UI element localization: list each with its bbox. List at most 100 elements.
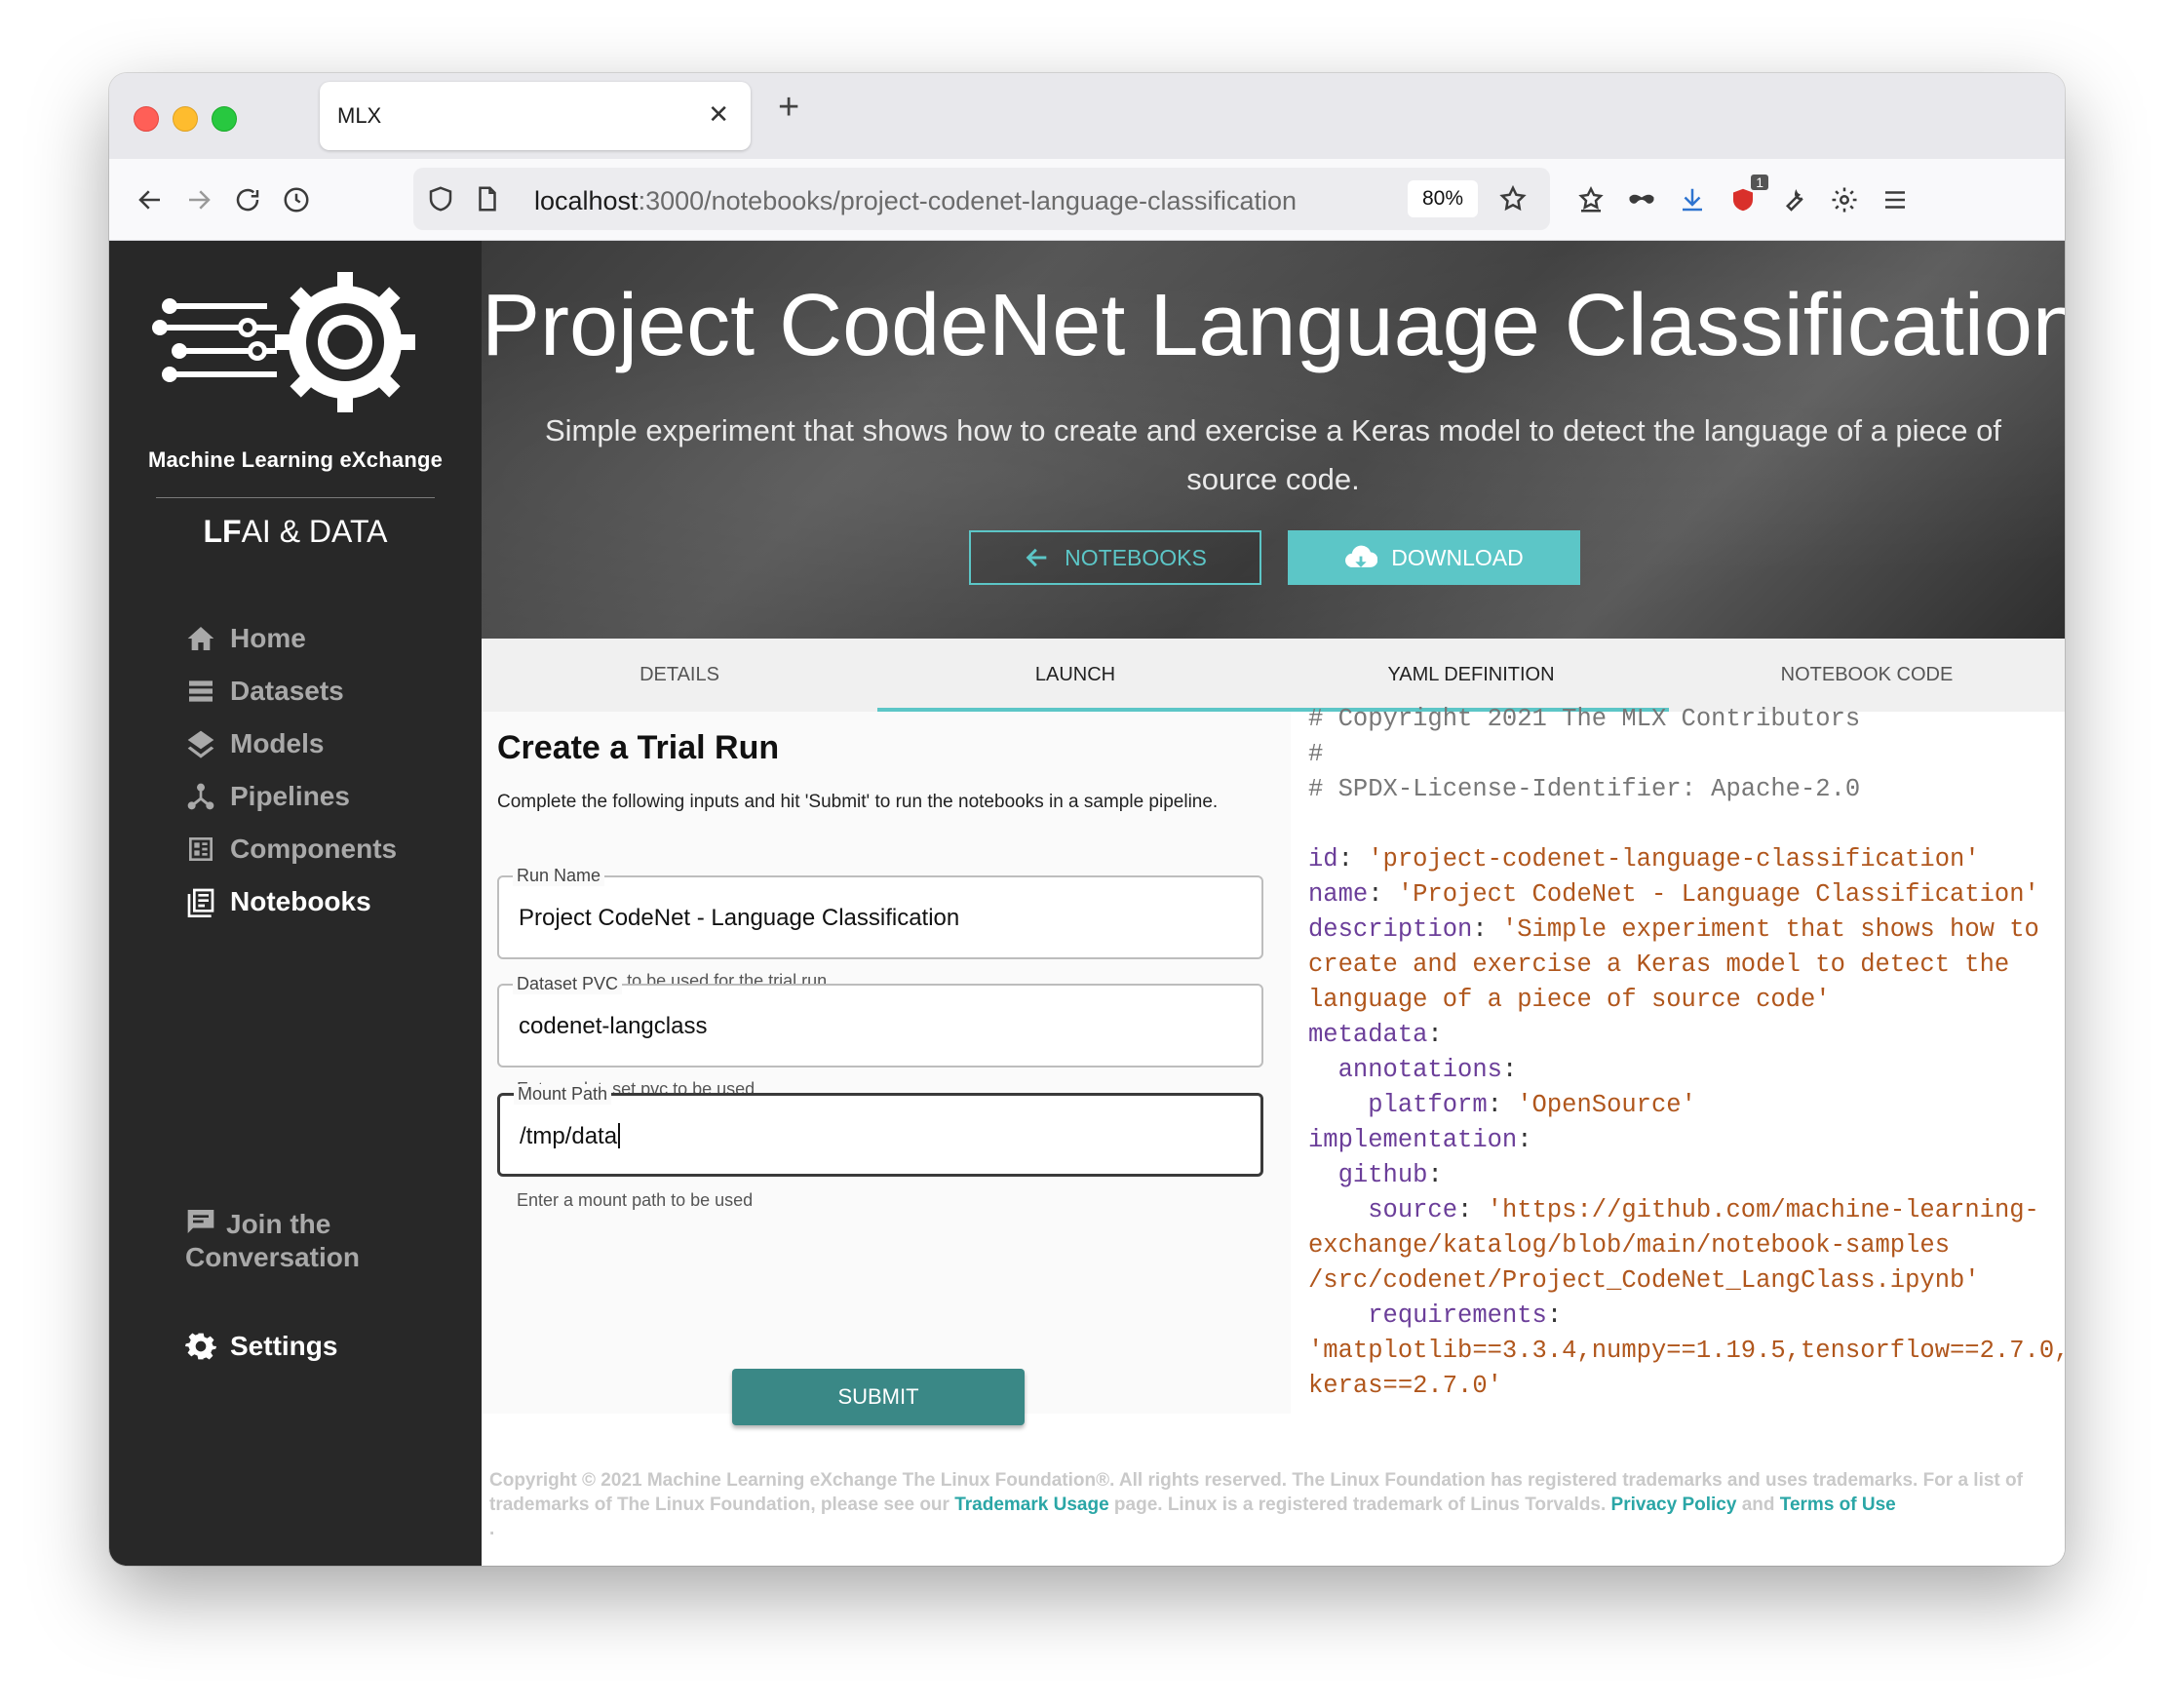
cloud-download-icon <box>1345 545 1378 567</box>
mount-path-input[interactable]: /tmp/data <box>520 1123 621 1150</box>
close-tab-icon[interactable]: ✕ <box>708 99 729 130</box>
sidebar-item-home[interactable]: Home <box>185 623 306 654</box>
privacy-policy-link[interactable]: Privacy Policy <box>1611 1494 1737 1515</box>
sidebar-item-notebooks[interactable]: Notebooks <box>185 886 371 917</box>
zoom-level[interactable]: 80% <box>1408 180 1478 217</box>
sidebar-item-models[interactable]: Models <box>185 728 324 759</box>
private-mask-icon[interactable] <box>1622 180 1661 219</box>
yaml-value: 'Simple experiment that shows how to <box>1501 915 2039 944</box>
dataset-pvc-field[interactable]: Dataset PVC codenet-langclass <box>497 974 1263 1068</box>
yaml-comment: # <box>1308 740 1324 768</box>
mount-path-helper: Enter a mount path to be used <box>517 1190 754 1210</box>
yaml-key: source <box>1368 1196 1458 1224</box>
lfai-data-logo[interactable]: LFAI & DATA <box>109 514 482 550</box>
address-bar[interactable]: localhost:3000/notebooks/project-codenet… <box>413 168 1550 230</box>
page-title: Project CodeNet Language Classification <box>482 277 2065 374</box>
browser-tabbar: MLX ✕ + <box>109 73 2065 159</box>
sidebar-divider <box>156 497 435 498</box>
history-icon[interactable] <box>277 180 316 219</box>
text-cursor <box>618 1123 621 1148</box>
sidebar-item-datasets[interactable]: Datasets <box>185 676 344 707</box>
back-to-notebooks-button[interactable]: NOTEBOOKS <box>969 530 1261 585</box>
trial-run-form: Create a Trial Run Complete the followin… <box>482 712 1291 1425</box>
hamburger-menu-icon[interactable] <box>1876 180 1915 219</box>
download-button-label: DOWNLOAD <box>1391 544 1524 570</box>
pocket-icon[interactable] <box>1571 180 1610 219</box>
page-description: Simple experiment that shows how to crea… <box>544 413 2002 496</box>
maximize-window-button[interactable] <box>212 106 237 132</box>
trademark-usage-link[interactable]: Trademark Usage <box>954 1494 1108 1515</box>
yaml-value: 'https://github.com/machine-learning- <box>1487 1196 2039 1224</box>
yaml-value: exchange/katalog/blob/main/notebook-samp… <box>1308 1231 1951 1260</box>
browser-tab[interactable]: MLX ✕ <box>320 82 751 150</box>
page-icon[interactable] <box>468 179 507 218</box>
settings-label: Settings <box>230 1331 338 1361</box>
wrench-icon[interactable] <box>1774 180 1813 219</box>
yaml-value: 'Project CodeNet - Language Classificati… <box>1397 880 2039 909</box>
yaml-definition: # Copyright 2021 The MLX Contributors # … <box>1291 705 2065 1468</box>
footer-text: page. Linux is a registered trademark of… <box>1108 1494 1611 1515</box>
yaml-key: name <box>1308 880 1369 909</box>
page-content: Machine Learning eXchange LFAI & DATA Ho… <box>109 241 2065 1566</box>
run-name-label: Run Name <box>513 866 605 886</box>
extension-shield-icon[interactable]: 1 <box>1724 175 1768 219</box>
sidebar-item-label: Home <box>230 623 306 653</box>
yaml-value: create and exercise a Keras model to det… <box>1308 951 2010 979</box>
sidebar-item-components[interactable]: Components <box>185 834 397 865</box>
dataset-pvc-value[interactable]: codenet-langclass <box>519 1013 707 1040</box>
join-conversation-link[interactable]: Join the Conversation <box>185 1206 360 1274</box>
sidebar-item-label: Datasets <box>230 676 344 706</box>
download-button[interactable]: DOWNLOAD <box>1288 530 1580 585</box>
footer-text: . <box>489 1519 495 1539</box>
tab-launch[interactable]: LAUNCH <box>877 639 1273 712</box>
tab-yaml-definition[interactable]: YAML DEFINITION <box>1273 639 1669 712</box>
terms-of-use-link[interactable]: Terms of Use <box>1780 1494 1896 1515</box>
forward-arrow-icon[interactable] <box>179 180 218 219</box>
footer-text: and <box>1736 1494 1780 1515</box>
sidebar-item-label: Pipelines <box>230 781 350 811</box>
sidebar: Machine Learning eXchange LFAI & DATA Ho… <box>109 241 482 1566</box>
browser-navbar: localhost:3000/notebooks/project-codenet… <box>109 159 2065 241</box>
yaml-key: metadata <box>1308 1021 1428 1049</box>
yaml-key: platform <box>1368 1091 1488 1119</box>
url-path: :3000/notebooks/project-codenet-language… <box>638 186 1298 215</box>
tab-details[interactable]: DETAILS <box>482 639 877 712</box>
back-arrow-icon[interactable] <box>131 180 170 219</box>
sidebar-item-pipelines[interactable]: Pipelines <box>185 781 350 812</box>
footer-copyright: Copyright © 2021 Machine Learning eXchan… <box>489 1468 2061 1541</box>
dataset-pvc-label: Dataset PVC <box>513 974 623 994</box>
minimize-window-button[interactable] <box>173 106 198 132</box>
gear-icon[interactable] <box>1825 180 1864 219</box>
yaml-key: github <box>1337 1161 1428 1189</box>
yaml-key: annotations <box>1337 1056 1502 1084</box>
hero-banner: Project CodeNet Language Classification … <box>482 241 2065 639</box>
lf-rest: AI & DATA <box>241 514 388 549</box>
run-name-value[interactable]: Project CodeNet - Language Classificatio… <box>519 905 959 932</box>
tab-notebook-code[interactable]: NOTEBOOK CODE <box>1669 639 2065 712</box>
back-button-label: NOTEBOOKS <box>1065 544 1207 570</box>
settings-gear-icon <box>185 1333 216 1360</box>
reload-icon[interactable] <box>228 180 267 219</box>
run-name-field[interactable]: Run Name Project CodeNet - Language Clas… <box>497 866 1263 959</box>
mount-path-label: Mount Path <box>514 1084 612 1105</box>
arrow-left-icon <box>1026 548 1047 567</box>
mount-path-field[interactable]: Mount Path /tmp/data <box>497 1084 1263 1177</box>
shield-icon[interactable] <box>421 179 460 218</box>
sidebar-item-settings[interactable]: Settings <box>185 1331 337 1362</box>
url-host: localhost <box>534 186 639 215</box>
bookmark-star-icon[interactable] <box>1493 179 1532 218</box>
brand-name: Machine Learning eXchange <box>147 447 444 472</box>
yaml-value: keras==2.7.0' <box>1308 1372 1502 1400</box>
url-text[interactable]: localhost:3000/notebooks/project-codenet… <box>534 186 1297 216</box>
new-tab-icon[interactable]: + <box>778 89 799 126</box>
notebook-tabs: DETAILS LAUNCH YAML DEFINITION NOTEBOOK … <box>482 639 2065 712</box>
submit-button[interactable]: SUBMIT <box>732 1369 1025 1425</box>
download-icon[interactable] <box>1673 180 1712 219</box>
close-window-button[interactable] <box>134 106 159 132</box>
page-footer: Copyright © 2021 Machine Learning eXchan… <box>482 1468 2065 1566</box>
layers-icon <box>187 730 214 758</box>
notebook-icon <box>187 888 214 917</box>
form-title: Create a Trial Run <box>497 729 780 766</box>
mlx-logo-icon[interactable] <box>150 264 433 420</box>
yaml-value: 'OpenSource' <box>1517 1091 1696 1119</box>
